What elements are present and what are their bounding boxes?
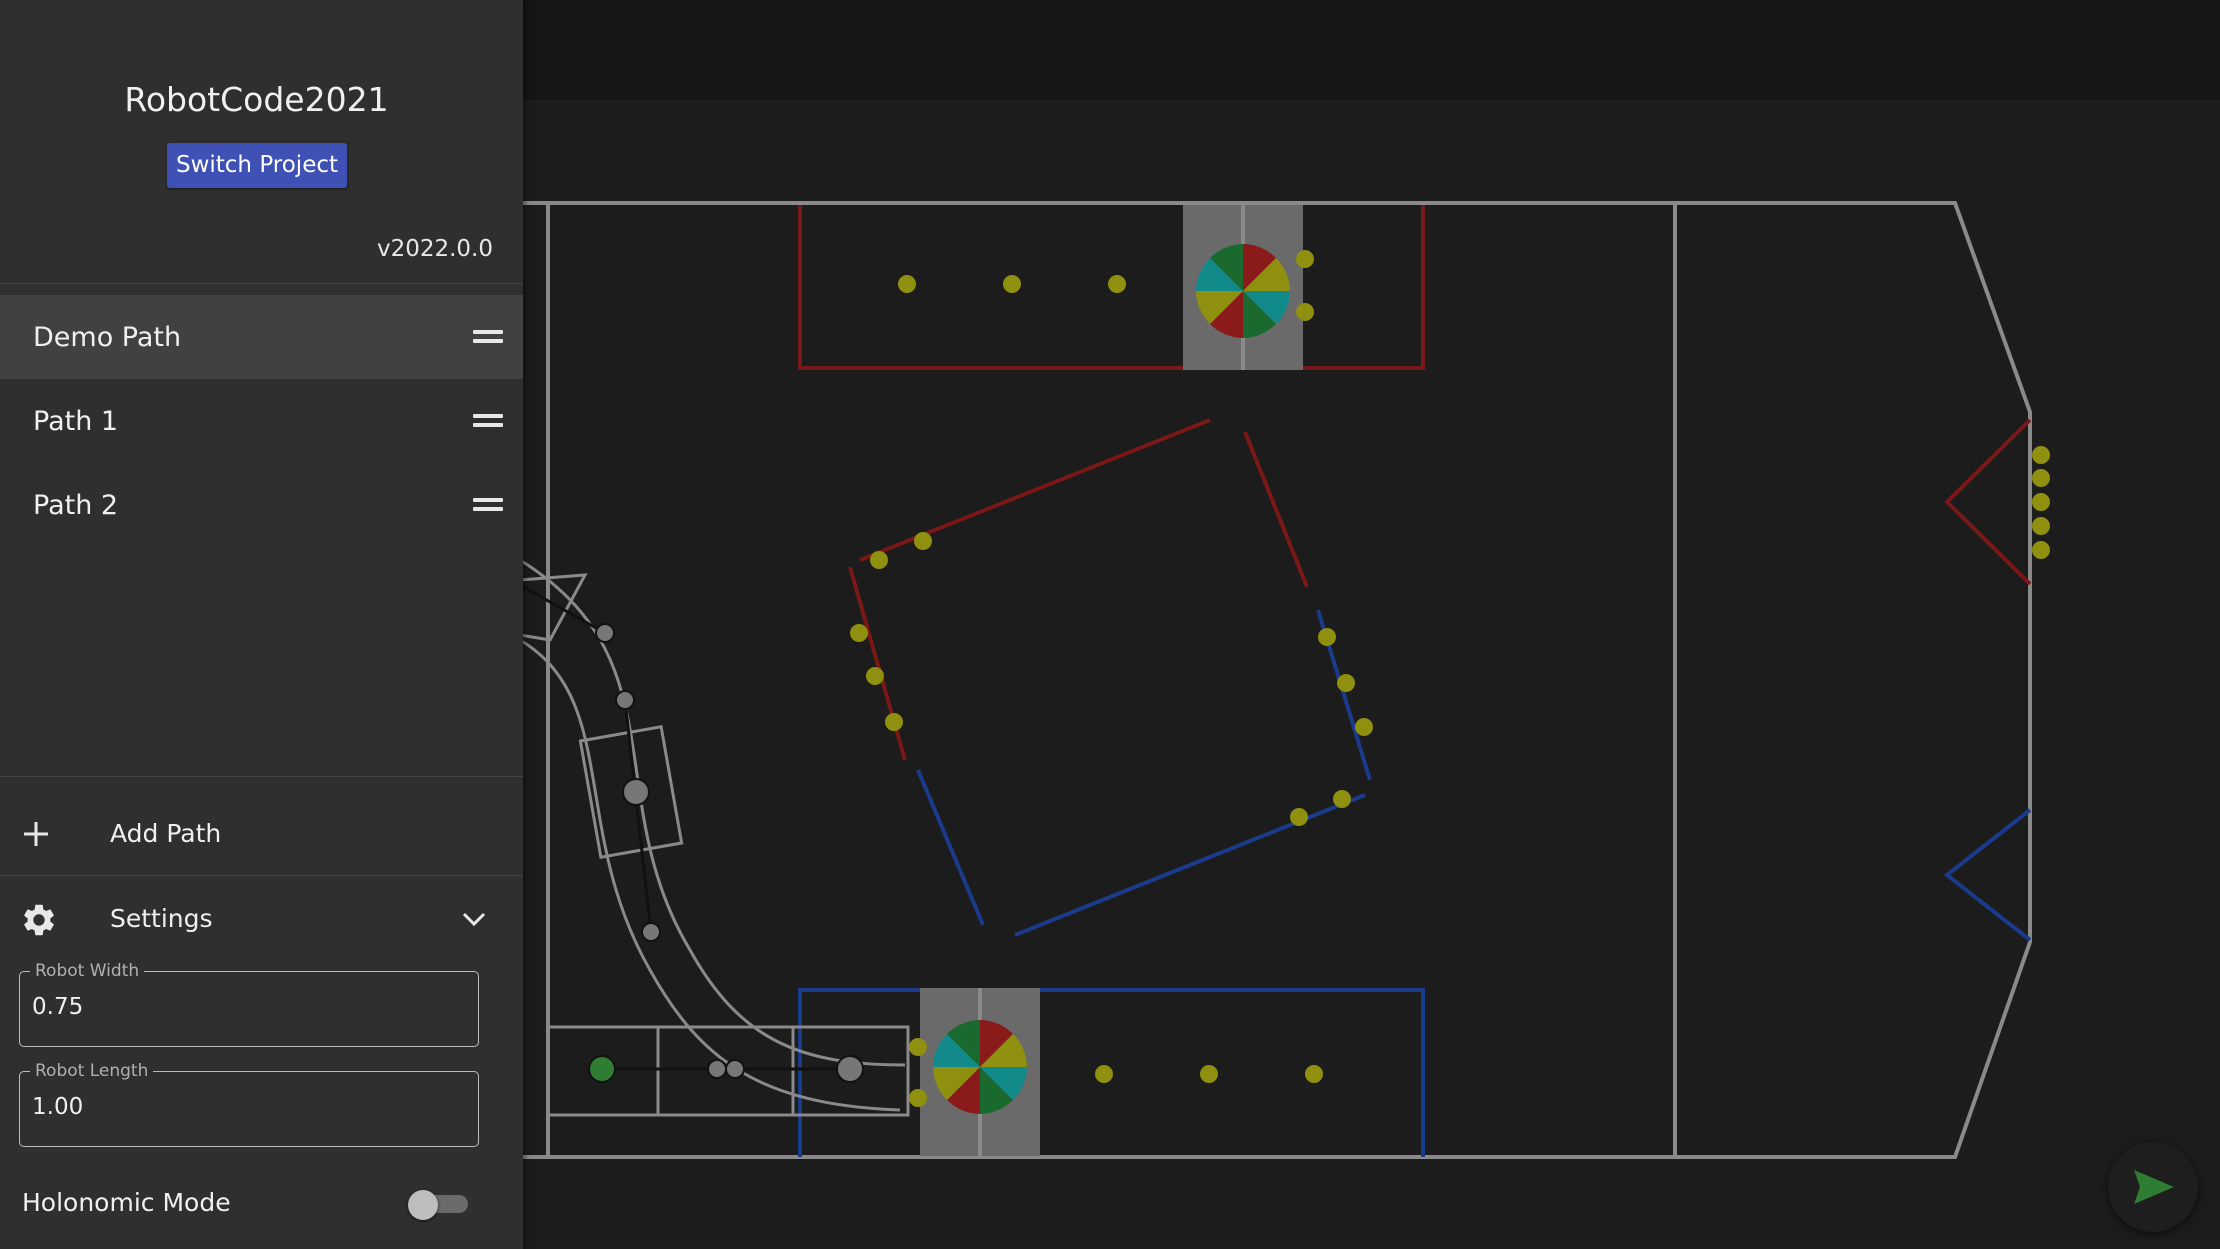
divider	[0, 875, 523, 876]
generate-path-button[interactable]	[2108, 1142, 2198, 1232]
path-item-label: Path 2	[33, 489, 119, 521]
gear-icon	[24, 904, 54, 936]
divider	[0, 776, 523, 777]
app-window: RobotCode2021 Switch Project v2022.0.0 D…	[0, 0, 2220, 1249]
holonomic-mode-toggle[interactable]	[408, 1190, 472, 1220]
drag-handle-icon[interactable]	[473, 414, 503, 428]
toggle-thumb	[408, 1190, 438, 1220]
chevron-down-icon	[462, 912, 486, 927]
sidebar: RobotCode2021 Switch Project v2022.0.0 D…	[0, 0, 523, 1249]
add-path-label: Add Path	[110, 819, 222, 848]
drag-handle-icon[interactable]	[473, 498, 503, 512]
version-label: v2022.0.0	[376, 236, 493, 262]
robot-width-label: Robot Width	[30, 961, 145, 981]
path-item-demo-path[interactable]: Demo Path	[0, 295, 523, 379]
robot-length-label: Robot Length	[30, 1061, 154, 1081]
settings-toggle[interactable]: Settings	[0, 877, 523, 961]
path-item-path-1[interactable]: Path 1	[0, 379, 523, 463]
send-icon	[2134, 1170, 2174, 1204]
switch-project-button[interactable]: Switch Project	[167, 143, 347, 188]
robot-width-input[interactable]	[32, 994, 452, 1020]
holonomic-mode-label: Holonomic Mode	[22, 1188, 231, 1217]
path-item-label: Path 1	[33, 405, 119, 437]
add-path-button[interactable]: Add Path	[0, 792, 523, 876]
robot-length-input[interactable]	[32, 1094, 452, 1120]
robot-length-field[interactable]: Robot Length	[19, 1061, 479, 1147]
path-item-path-2[interactable]: Path 2	[0, 463, 523, 547]
path-item-label: Demo Path	[33, 321, 182, 353]
project-title: RobotCode2021	[124, 80, 389, 119]
plus-icon	[24, 822, 48, 846]
divider	[0, 283, 523, 284]
settings-label: Settings	[110, 904, 213, 933]
title-bar	[523, 0, 2220, 100]
robot-width-field[interactable]: Robot Width	[19, 961, 479, 1047]
control-panel-bottom-wheel	[933, 1020, 1027, 1114]
drag-handle-icon[interactable]	[473, 330, 503, 344]
control-panel-top-wheel	[1196, 244, 1290, 338]
